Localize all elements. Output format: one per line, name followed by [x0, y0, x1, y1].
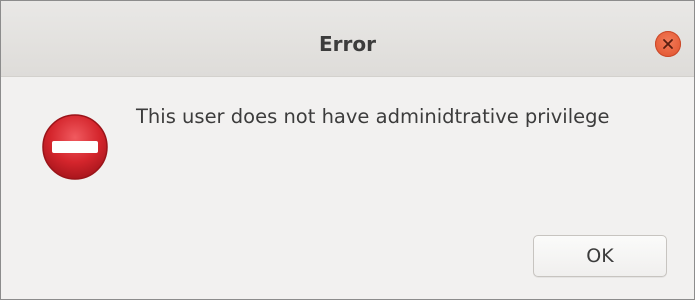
dialog-body: This user does not have adminidtrative p… [1, 77, 694, 299]
dialog-titlebar[interactable]: Error [1, 1, 694, 77]
error-dialog: Error This user does not have adminidtra… [0, 0, 695, 300]
error-message: This user does not have adminidtrative p… [136, 105, 610, 128]
error-stop-icon [42, 114, 108, 180]
dialog-title: Error [319, 32, 376, 56]
close-icon [663, 39, 673, 49]
close-button[interactable] [655, 31, 681, 57]
ok-button[interactable]: OK [533, 235, 667, 277]
